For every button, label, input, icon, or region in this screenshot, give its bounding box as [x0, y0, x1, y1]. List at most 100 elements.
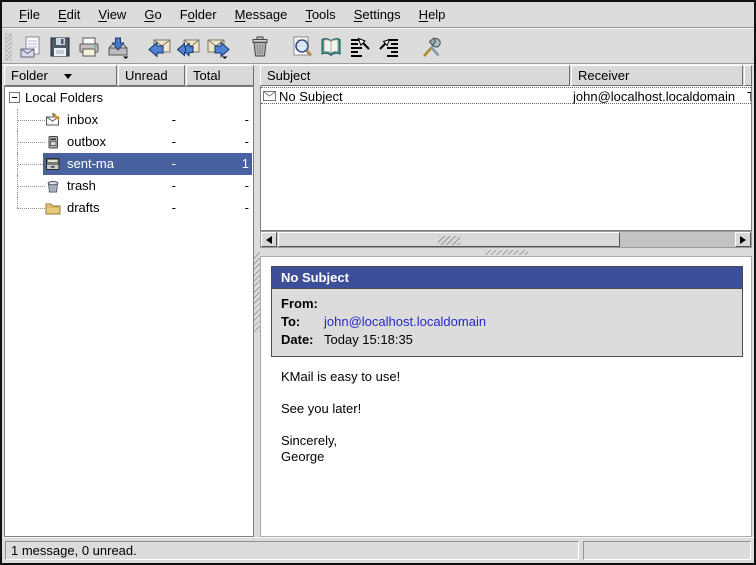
folder-label: drafts [67, 200, 100, 215]
unread-column-header[interactable]: Unread [118, 65, 185, 86]
message-pane: Subject Receiver Date No Subject john@lo… [260, 65, 752, 537]
address-book-button[interactable] [316, 32, 345, 61]
folder-label: Local Folders [25, 90, 103, 105]
folder-column-header[interactable]: Folder [4, 65, 117, 86]
menu-file[interactable]: File [10, 2, 49, 27]
kmail-window: FileEditViewGoFolderMessageToolsSettings… [0, 0, 756, 565]
message-receiver-cell: john@localhost.localdomain [573, 89, 743, 104]
to--value-link[interactable]: john@localhost.localdomain [324, 313, 486, 331]
body-line: Sincerely, [281, 433, 741, 449]
splitter-grip [484, 250, 528, 255]
delete-button[interactable] [245, 32, 274, 61]
save-button[interactable] [45, 32, 74, 61]
menu-tools[interactable]: Tools [296, 2, 344, 27]
scroll-left-button[interactable] [261, 232, 277, 247]
horizontal-splitter[interactable] [260, 248, 752, 256]
toolbar [2, 30, 754, 64]
message-list-hscrollbar [260, 231, 752, 248]
statusbar: 1 message, 0 unread. [2, 537, 754, 563]
unread-count: - [116, 112, 176, 127]
find-button[interactable] [287, 32, 316, 61]
total-count: - [184, 200, 249, 215]
folder-row-sent-ma[interactable]: sent-ma-1 [5, 153, 253, 175]
menu-folder[interactable]: Folder [171, 2, 226, 27]
total-column-label: Total [193, 68, 220, 83]
preview-header-fields: From:To:john@localhost.localdomainDate:T… [272, 289, 742, 356]
to--field: To:john@localhost.localdomain [281, 313, 742, 331]
total-column-header[interactable]: Total [186, 65, 254, 86]
menu-help[interactable]: Help [410, 2, 455, 27]
message-row[interactable]: No Subject john@localhost.localdomain To… [261, 87, 751, 104]
folder-row-local-folders[interactable]: Local Folders [5, 87, 253, 109]
tree-collapse-icon[interactable] [9, 92, 20, 103]
scrollbar-thumb[interactable] [278, 232, 620, 247]
to--label: To: [281, 313, 324, 331]
forward-button[interactable] [203, 32, 232, 61]
date-column-header[interactable]: Date [744, 65, 752, 86]
folder-row-drafts[interactable]: drafts -- [5, 197, 253, 219]
next-unread-button[interactable] [374, 32, 403, 61]
next-unread-icon [377, 35, 401, 59]
previous-unread-button[interactable] [345, 32, 374, 61]
from--field: From: [281, 295, 742, 313]
from--label: From: [281, 295, 324, 313]
message-headers-box: No Subject From:To:john@localhost.locald… [271, 266, 743, 357]
tree-line [17, 197, 18, 208]
menu-go[interactable]: Go [135, 2, 170, 27]
folder-row-trash[interactable]: trash -- [5, 175, 253, 197]
total-count: - [184, 178, 249, 193]
unread-count: - [116, 156, 176, 171]
print-button[interactable] [74, 32, 103, 61]
folder-row-outbox[interactable]: outbox-- [5, 131, 253, 153]
message-envelope-icon [263, 90, 277, 102]
message-subject-cell: No Subject [279, 89, 569, 104]
configure-button[interactable] [416, 32, 445, 61]
reply-button[interactable] [145, 32, 174, 61]
body-line: George [281, 449, 741, 465]
tree-line [17, 208, 45, 209]
right-arrow-icon [740, 236, 746, 244]
total-count: - [184, 112, 249, 127]
menu-view[interactable]: View [89, 2, 135, 27]
previous-unread-icon [348, 35, 372, 59]
receiver-column-label: Receiver [578, 68, 629, 83]
menu-edit[interactable]: Edit [49, 2, 89, 27]
outbox-folder-icon [45, 134, 61, 150]
message-list: No Subject john@localhost.localdomain To… [260, 86, 752, 231]
date--field: Date:Today 15:18:35 [281, 331, 742, 349]
new-message-button[interactable] [16, 32, 45, 61]
configure-icon [419, 35, 443, 59]
subject-column-header[interactable]: Subject [260, 65, 570, 86]
tree-line [17, 142, 45, 143]
reply-all-button[interactable] [174, 32, 203, 61]
message-date-cell: Today [747, 89, 752, 104]
folder-row-inbox[interactable]: inbox-- [5, 109, 253, 131]
sent-ma-folder-icon [45, 156, 61, 172]
unread-count: - [116, 178, 176, 193]
reply-all-icon [177, 35, 201, 59]
total-count: - [184, 134, 249, 149]
folder-column-label: Folder [11, 68, 48, 83]
receiver-column-header[interactable]: Receiver [571, 65, 743, 86]
folder-pane: Folder Unread Total Local Folders inbox--… [4, 65, 254, 537]
date--value: Today 15:18:35 [324, 331, 413, 349]
check-mail-button[interactable] [103, 32, 132, 61]
unread-count: - [116, 200, 176, 215]
left-arrow-icon [266, 236, 272, 244]
menu-message[interactable]: Message [226, 2, 297, 27]
message-preview-pane: No Subject From:To:john@localhost.locald… [260, 256, 752, 537]
scroll-right-button[interactable] [735, 232, 751, 247]
folder-label: trash [67, 178, 96, 193]
thumb-grip [438, 236, 460, 245]
menu-settings[interactable]: Settings [345, 2, 410, 27]
new-message-icon [19, 35, 43, 59]
folder-tree: Local Foldersinbox--outbox--sent-ma-1tra… [4, 86, 254, 537]
folder-label: outbox [67, 134, 106, 149]
unread-column-label: Unread [125, 68, 168, 83]
main-area: Folder Unread Total Local Folders inbox--… [2, 65, 754, 537]
print-icon [77, 35, 101, 59]
preview-subject-title: No Subject [272, 267, 742, 289]
toolbar-drag-handle[interactable] [5, 33, 12, 61]
sort-descending-icon [64, 74, 72, 79]
inbox-folder-icon [45, 112, 61, 128]
